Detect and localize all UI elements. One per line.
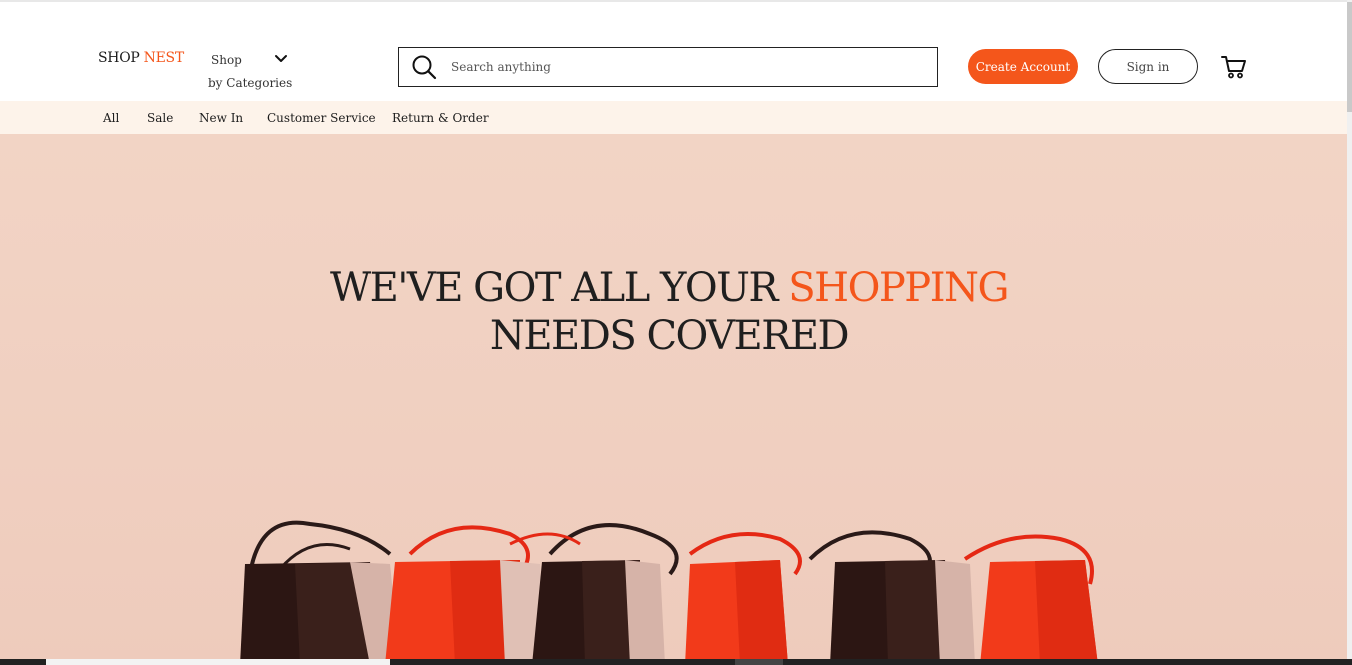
shop-label: Shop [211, 53, 242, 67]
bag-dark-3 [808, 530, 975, 665]
taskbar-segment [46, 659, 390, 665]
nav-item-return-order[interactable]: Return & Order [392, 111, 489, 125]
logo-text: SHOP [98, 50, 140, 66]
category-nav: All Sale New In Customer Service Return … [0, 101, 1347, 134]
nav-item-customer-service[interactable]: Customer Service [267, 111, 376, 125]
bag-dark-1 [240, 520, 400, 665]
logo[interactable]: SHOP NEST [98, 50, 184, 66]
hero-banner: WE'VE GOT ALL YOUR SHOPPING NEEDS COVERE… [0, 134, 1347, 665]
search-icon[interactable] [411, 54, 437, 80]
search-input[interactable] [449, 56, 919, 78]
nav-item-new-in[interactable]: New In [199, 111, 243, 125]
hero-heading-prefix: WE'VE GOT ALL YOUR [330, 265, 779, 311]
search-bar [398, 47, 938, 87]
taskbar-segment-active [735, 659, 783, 665]
hero-heading: WE'VE GOT ALL YOUR SHOPPING NEEDS COVERE… [0, 264, 1338, 360]
chevron-down-icon [275, 55, 287, 62]
create-account-button[interactable]: Create Account [968, 49, 1078, 84]
hero-heading-line1: WE'VE GOT ALL YOUR SHOPPING [0, 264, 1338, 312]
cart-icon[interactable] [1221, 55, 1247, 79]
bag-red-1 [385, 525, 545, 665]
shop-by-categories-dropdown[interactable]: Shop by Categories [208, 50, 298, 92]
page: SHOP NEST Shop by Categories Create Acco… [0, 0, 1352, 665]
nav-item-sale[interactable]: Sale [147, 111, 173, 125]
taskbar-strip [0, 659, 1352, 665]
shopping-bags-image [240, 520, 1098, 665]
hero-heading-accent: SHOPPING [788, 265, 1009, 311]
hero-heading-line2: NEEDS COVERED [489, 313, 850, 359]
site-header: SHOP NEST Shop by Categories Create Acco… [0, 2, 1347, 101]
sign-in-button[interactable]: Sign in [1098, 49, 1198, 84]
bag-red-2 [685, 532, 802, 665]
logo-accent: NEST [143, 50, 185, 66]
nav-item-all[interactable]: All [103, 111, 119, 125]
bag-red-3 [963, 534, 1098, 665]
by-categories-label: by Categories [208, 76, 293, 90]
scrollbar[interactable] [1347, 0, 1352, 665]
scrollbar-thumb[interactable] [1347, 2, 1352, 112]
